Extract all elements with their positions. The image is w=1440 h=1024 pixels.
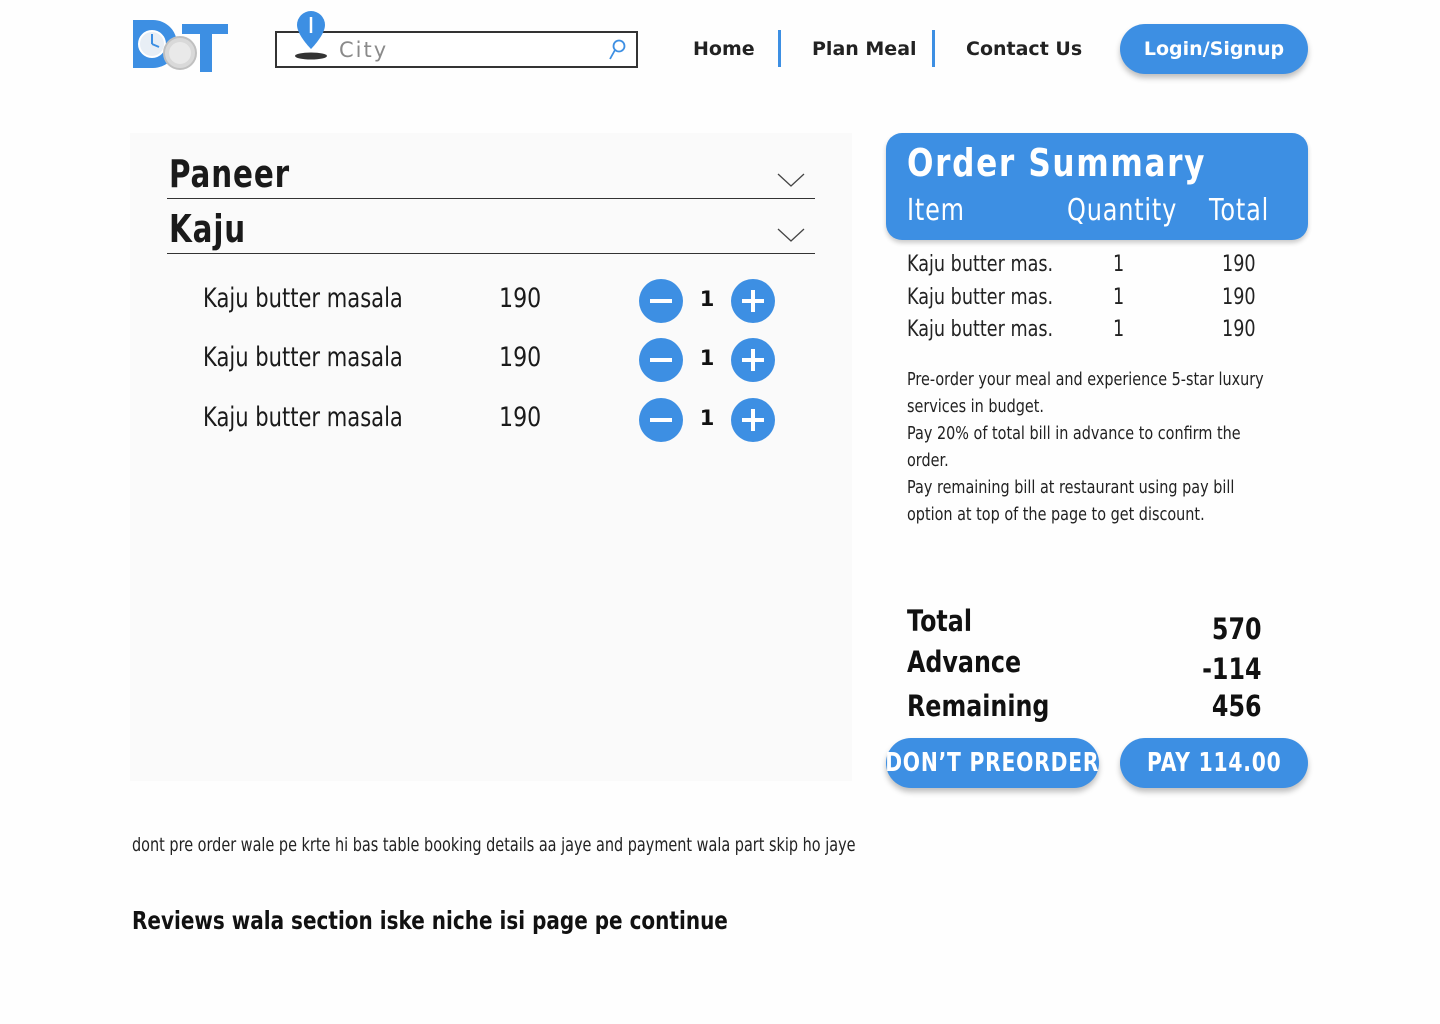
summary-quantity: 1	[1113, 285, 1125, 310]
location-pin-icon	[295, 11, 327, 60]
plus-icon	[742, 290, 764, 312]
dont-preorder-label: DON’T PREORDER	[885, 748, 1100, 778]
minus-icon	[650, 358, 672, 362]
decrease-quantity-button[interactable]	[639, 279, 683, 323]
category-label: Paneer	[169, 152, 291, 196]
summary-item: Kaju butter mas.	[907, 252, 1054, 277]
minus-icon	[650, 299, 672, 303]
increase-quantity-button[interactable]	[731, 338, 775, 382]
summary-quantity: 1	[1113, 252, 1125, 277]
nav-plan-meal[interactable]: Plan Meal	[812, 38, 917, 66]
summary-total: 190	[1222, 252, 1256, 277]
remaining-label: Remaining	[907, 689, 1050, 723]
login-signup-button[interactable]: Login/Signup	[1120, 24, 1308, 74]
city-search-input[interactable]	[339, 37, 589, 63]
minus-icon	[650, 418, 672, 422]
nav-divider	[778, 30, 781, 67]
dish-price: 190	[499, 342, 542, 373]
quantity-value: 1	[699, 287, 715, 311]
column-header-total: Total	[1209, 193, 1270, 228]
dont-preorder-button[interactable]: DON’T PREORDER	[885, 738, 1100, 788]
summary-quantity: 1	[1113, 317, 1125, 342]
nav-divider	[932, 30, 935, 67]
summary-item: Kaju butter mas.	[907, 285, 1054, 310]
search-icon[interactable]	[608, 39, 626, 61]
increase-quantity-button[interactable]	[731, 279, 775, 323]
total-label: Total	[907, 604, 972, 638]
chevron-down-icon[interactable]	[777, 227, 805, 243]
plus-icon	[742, 349, 764, 371]
decrease-quantity-button[interactable]	[639, 398, 683, 442]
info-line: Pay 20% of total bill in advance to conf…	[907, 423, 1241, 471]
quantity-value: 1	[699, 346, 715, 370]
info-line: Pay remaining bill at restaurant using p…	[907, 477, 1235, 525]
info-line: Pre-order your meal and experience 5-sta…	[907, 369, 1264, 417]
nav-home[interactable]: Home	[693, 38, 755, 66]
pay-label: PAY 114.00	[1146, 748, 1282, 778]
category-label: Kaju	[169, 207, 247, 251]
increase-quantity-button[interactable]	[731, 398, 775, 442]
dish-name: Kaju butter masala	[203, 283, 403, 314]
dish-row: Kaju butter masala 190 1	[203, 336, 783, 384]
reviews-note: Reviews wala section iske niche isi page…	[132, 906, 728, 935]
dish-price: 190	[499, 283, 542, 314]
summary-total: 190	[1222, 317, 1256, 342]
preorder-info-text: Pre-order your meal and experience 5-sta…	[907, 366, 1283, 528]
quantity-value: 1	[699, 406, 715, 430]
order-summary-title: Order Summary	[907, 141, 1207, 185]
summary-row: Kaju butter mas. 1 190	[907, 317, 1287, 347]
dish-price: 190	[499, 402, 542, 433]
summary-item: Kaju butter mas.	[907, 317, 1054, 342]
chevron-down-icon[interactable]	[777, 172, 805, 188]
order-summary-header: Order Summary Item Quantity Total	[886, 133, 1308, 240]
logo[interactable]	[130, 16, 230, 74]
city-search-box[interactable]	[275, 11, 638, 68]
summary-row: Kaju butter mas. 1 190	[907, 285, 1287, 315]
column-header-quantity: Quantity	[1067, 193, 1178, 228]
summary-row: Kaju butter mas. 1 190	[907, 252, 1287, 282]
column-header-item: Item	[907, 193, 965, 228]
advance-label: Advance	[907, 645, 1022, 679]
pay-button[interactable]: PAY 114.00	[1120, 738, 1308, 788]
dish-name: Kaju butter masala	[203, 402, 403, 433]
plus-icon	[742, 409, 764, 431]
decrease-quantity-button[interactable]	[639, 338, 683, 382]
design-note: dont pre order wale pe krte hi bas table…	[132, 834, 856, 856]
category-kaju[interactable]: Kaju	[167, 199, 815, 254]
category-paneer[interactable]: Paneer	[167, 144, 815, 199]
dish-row: Kaju butter masala 190 1	[203, 277, 783, 325]
advance-value: -114	[1202, 652, 1262, 686]
total-value: 570	[1212, 612, 1262, 646]
summary-total: 190	[1222, 285, 1256, 310]
dish-name: Kaju butter masala	[203, 342, 403, 373]
remaining-value: 456	[1212, 689, 1262, 723]
nav-contact-us[interactable]: Contact Us	[966, 38, 1082, 66]
dish-row: Kaju butter masala 190 1	[203, 396, 783, 444]
